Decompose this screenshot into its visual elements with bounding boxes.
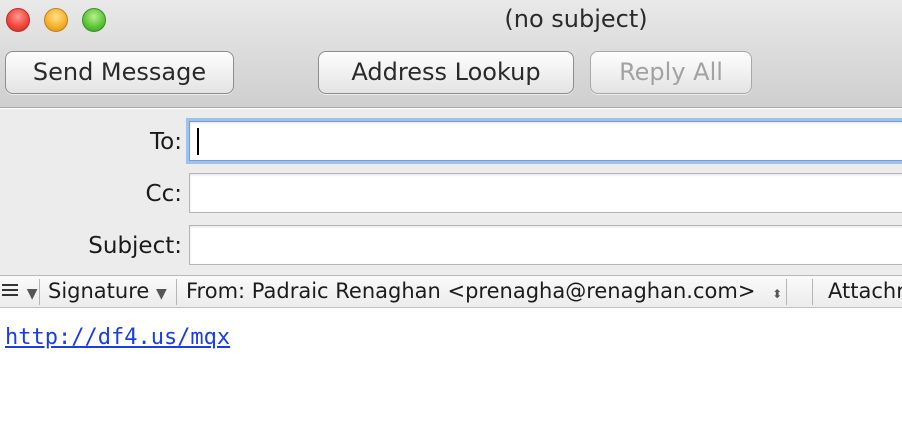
divider bbox=[39, 279, 40, 305]
list-icon bbox=[2, 279, 27, 303]
chevron-down-icon: ▼ bbox=[26, 286, 38, 302]
signature-bar: ▼ Signature ▼ From: Padraic Renaghan <pr… bbox=[0, 275, 902, 308]
from-account-popup[interactable]: From: Padraic Renaghan <prenagha@renagha… bbox=[186, 276, 782, 307]
cc-label: Cc: bbox=[145, 181, 182, 207]
subject-label: Subject: bbox=[88, 233, 182, 259]
address-lookup-button[interactable]: Address Lookup bbox=[318, 51, 574, 94]
window-chrome: (no subject) Send Message Address Lookup… bbox=[0, 0, 902, 108]
send-message-button[interactable]: Send Message bbox=[5, 51, 234, 94]
divider bbox=[812, 279, 813, 305]
updown-arrows-icon: ⬍ bbox=[772, 287, 783, 301]
body-link[interactable]: http://df4.us/mqx bbox=[5, 325, 230, 350]
window-title: (no subject) bbox=[504, 5, 648, 33]
format-menu-button[interactable]: ▼ bbox=[2, 276, 37, 307]
to-field[interactable] bbox=[189, 121, 902, 161]
from-label: From: Padraic Renaghan <prenagha@renagha… bbox=[186, 279, 756, 303]
chevron-down-icon: ▼ bbox=[156, 286, 167, 302]
subject-field[interactable] bbox=[189, 225, 902, 265]
text-cursor bbox=[197, 128, 199, 155]
cc-field[interactable] bbox=[189, 173, 902, 213]
message-body[interactable]: http://df4.us/mqx bbox=[0, 309, 902, 422]
to-label: To: bbox=[150, 129, 182, 155]
signature-label: Signature bbox=[48, 279, 150, 303]
signature-popup[interactable]: Signature ▼ bbox=[48, 276, 167, 307]
message-header-fields: To: Cc: Subject: bbox=[0, 109, 902, 275]
attachments-label[interactable]: Attachr bbox=[828, 276, 902, 307]
divider bbox=[176, 279, 177, 305]
reply-all-button[interactable]: Reply All bbox=[590, 51, 752, 94]
divider bbox=[786, 279, 787, 305]
